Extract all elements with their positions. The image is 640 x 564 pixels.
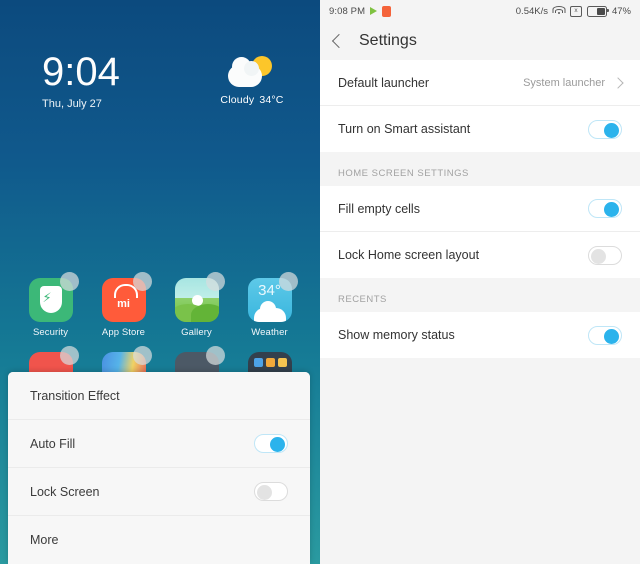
sun-behind-cloud-icon [224,56,280,92]
sheet-item-label: Transition Effect [30,388,120,403]
app-label: Security [32,327,69,338]
settings-group-recents: Show memory status [320,312,640,358]
clock-time: 9:04 [42,50,120,94]
app-item-row2-4[interactable] [233,352,306,372]
app-item-weather[interactable]: 34° Weather [233,272,306,338]
sheet-item-label: More [30,533,59,547]
wifi-icon [552,6,566,16]
fill-empty-cells-toggle[interactable] [588,199,622,218]
back-chevron-icon[interactable] [331,33,347,49]
app-bar: Settings [320,22,640,60]
edit-badge-icon[interactable] [206,272,225,291]
sheet-item-lock-screen[interactable]: Lock Screen [8,468,310,516]
lock-home-layout-toggle[interactable] [588,245,622,265]
app-label: Gallery [181,327,212,338]
app-item-gallery[interactable]: Gallery [160,272,233,338]
network-speed: 0.54K/s [515,5,548,17]
page-title: Settings [359,32,417,49]
battery-icon [586,5,609,17]
row-label: Default launcher [338,75,430,90]
battery-percent: 47% [611,5,631,17]
settings-group-home-screen: Fill empty cells Lock Home screen layout [320,186,640,278]
app-item-row2-1[interactable] [14,346,87,372]
auto-fill-toggle[interactable] [254,434,288,453]
sheet-item-label: Lock Screen [30,484,100,499]
edit-badge-icon[interactable] [133,346,152,365]
settings-group-general: Default launcher System launcher Turn on… [320,60,640,152]
app-label: App Store [101,327,146,338]
app-item-row2-3[interactable] [160,346,233,372]
screenshot-root: 9:04 Thu, July 27 Cloudy 34°C Security mi [0,0,640,564]
clock-date: Thu, July 27 [42,98,102,110]
app-item-security[interactable]: Security [14,272,87,338]
status-bar: 9:08 PM 0.54K/s x 47% [320,0,640,22]
play-icon [370,7,378,15]
settings-row-lock-home-layout[interactable]: Lock Home screen layout [320,232,640,278]
row-value: System launcher [523,76,605,89]
sheet-item-label: Auto Fill [30,436,76,451]
section-header-recents: RECENTS [320,278,640,312]
edit-badge-icon[interactable] [60,346,79,365]
app-icon-grid-row2 [14,346,306,372]
clock-widget[interactable]: 9:04 Thu, July 27 [42,52,120,110]
settings-panel: 9:08 PM 0.54K/s x 47% Settings Default l… [320,0,640,564]
section-header-home-screen: HOME SCREEN SETTINGS [320,152,640,186]
folder-icon [247,352,292,372]
edit-badge-icon[interactable] [206,346,225,365]
home-screen-panel: 9:04 Thu, July 27 Cloudy 34°C Security mi [0,0,320,564]
edit-badge-icon[interactable] [279,272,298,291]
settings-row-default-launcher[interactable]: Default launcher System launcher [320,60,640,106]
status-time: 9:08 PM [329,5,366,17]
smart-assistant-toggle[interactable] [588,119,622,139]
edit-badge-icon[interactable] [60,272,79,291]
app-item-row2-2[interactable] [87,346,160,372]
row-label: Turn on Smart assistant [338,122,471,136]
orange-app-notification-icon [382,5,392,17]
chevron-right-icon [612,76,624,89]
weather-text: Cloudy 34°C [202,94,302,106]
edit-badge-icon[interactable] [133,272,152,291]
sheet-item-auto-fill[interactable]: Auto Fill [8,420,310,468]
transition-effect-sheet: Transition Effect Auto Fill Lock Screen … [8,372,310,564]
app-icon-grid-row1: Security mi App Store Gallery 34° Weathe… [14,272,306,338]
settings-row-smart-assistant[interactable]: Turn on Smart assistant [320,106,640,152]
weather-widget[interactable]: Cloudy 34°C [202,56,302,106]
app-item-app-store[interactable]: mi App Store [87,272,160,338]
status-bar-left: 9:08 PM [329,5,392,17]
row-label: Lock Home screen layout [338,248,480,262]
show-memory-status-toggle[interactable] [588,325,622,345]
status-bar-right: 0.54K/s x 47% [515,5,631,17]
app-label: Weather [251,327,288,338]
no-sim-icon: x [569,5,582,17]
settings-row-show-memory-status[interactable]: Show memory status [320,312,640,358]
lock-screen-toggle[interactable] [254,482,288,501]
weather-temperature: 34°C [259,94,284,106]
row-label: Fill empty cells [338,201,420,216]
row-label: Show memory status [338,328,455,342]
settings-row-fill-empty-cells[interactable]: Fill empty cells [320,186,640,232]
sheet-item-more[interactable]: More [8,516,310,564]
weather-condition: Cloudy [220,94,255,106]
sheet-item-transition-effect[interactable]: Transition Effect [8,372,310,420]
